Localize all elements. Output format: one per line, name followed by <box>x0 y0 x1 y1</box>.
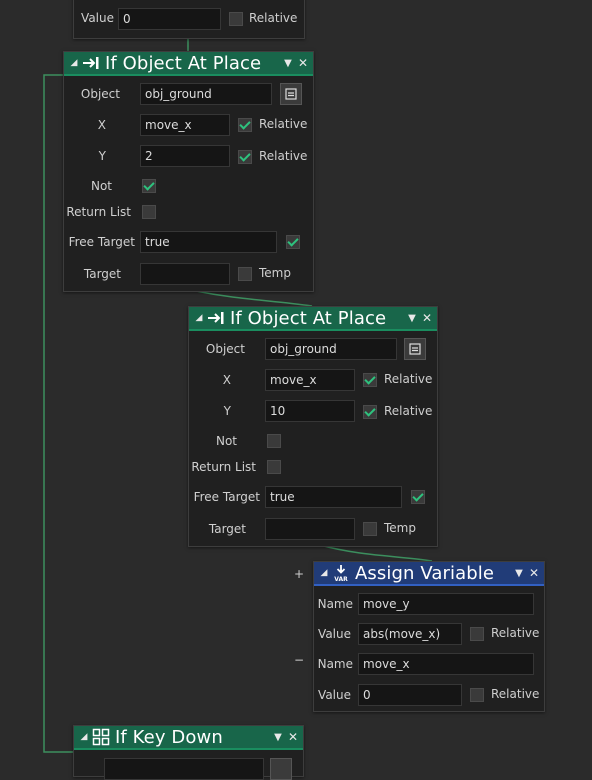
y-relative-label: Relative <box>384 404 433 418</box>
name-label: Name <box>317 657 353 671</box>
collapse-icon[interactable]: ◢ <box>317 568 331 578</box>
value-input[interactable]: abs(move_x) <box>358 623 462 645</box>
not-checkbox[interactable] <box>142 179 156 193</box>
block-title: Assign Variable <box>355 562 495 584</box>
block-header[interactable]: ◢ If Object At Place ▼ ✕ <box>64 52 313 76</box>
block-header[interactable]: ◢ If Key Down ▼ ✕ <box>74 726 303 750</box>
y-input[interactable]: 10 <box>265 400 355 422</box>
arrow-to-bar-icon <box>81 54 101 72</box>
assign-variable-block[interactable]: ◢ VAR Assign Variable ▼ ✕ Name move_y Va… <box>313 561 545 712</box>
value-label: Value <box>318 627 351 641</box>
block-title: If Object At Place <box>105 52 262 74</box>
temp-label: Temp <box>259 266 291 280</box>
relative-label: Relative <box>491 687 540 701</box>
object-label: Object <box>80 87 120 101</box>
chevron-down-icon[interactable]: ▼ <box>512 568 526 579</box>
add-variable-button[interactable]: + <box>292 567 306 581</box>
not-label: Not <box>90 179 112 193</box>
return-list-label: Return List <box>191 460 256 474</box>
close-icon[interactable]: ✕ <box>285 730 301 744</box>
y-relative-label: Relative <box>259 149 308 163</box>
return-list-checkbox[interactable] <box>267 460 281 474</box>
relative-checkbox[interactable] <box>229 12 243 26</box>
return-list-label: Return List <box>66 205 131 219</box>
x-relative-label: Relative <box>259 117 308 131</box>
close-icon[interactable]: ✕ <box>419 311 435 325</box>
relative-checkbox[interactable] <box>470 627 484 641</box>
collapse-icon[interactable]: ◢ <box>77 732 91 742</box>
name-label: Name <box>317 597 353 611</box>
not-checkbox[interactable] <box>267 434 281 448</box>
x-label: X <box>97 118 106 132</box>
free-target-checkbox[interactable] <box>411 490 425 504</box>
object-label: Object <box>205 342 245 356</box>
target-label: Target <box>208 522 246 536</box>
block-header[interactable]: ◢ If Object At Place ▼ ✕ <box>189 307 437 331</box>
temp-label: Temp <box>384 521 416 535</box>
value-input[interactable]: 0 <box>358 684 462 706</box>
value-label: Value <box>81 11 114 25</box>
key-picker-icon[interactable] <box>270 758 292 780</box>
block-header[interactable]: ◢ VAR Assign Variable ▼ ✕ <box>314 562 544 586</box>
x-label: X <box>222 373 231 387</box>
relative-checkbox[interactable] <box>470 688 484 702</box>
object-input[interactable]: obj_ground <box>140 83 272 105</box>
x-input[interactable]: move_x <box>140 114 230 136</box>
close-icon[interactable]: ✕ <box>295 56 311 70</box>
var-download-icon: VAR <box>331 564 351 582</box>
remove-variable-button[interactable]: − <box>292 653 306 667</box>
y-label: Y <box>98 149 106 163</box>
if-object-at-place-block-1[interactable]: ◢ If Object At Place ▼ ✕ Object obj_grou… <box>63 51 314 292</box>
x-relative-label: Relative <box>384 372 433 386</box>
y-relative-checkbox[interactable] <box>238 150 252 164</box>
collapse-icon[interactable]: ◢ <box>192 313 206 323</box>
svg-text:VAR: VAR <box>334 576 348 582</box>
previous-block-fragment: Value 0 Relative <box>73 0 305 39</box>
value-label: Value <box>318 688 351 702</box>
x-input[interactable]: move_x <box>265 369 355 391</box>
not-label: Not <box>215 434 237 448</box>
temp-checkbox[interactable] <box>363 522 377 536</box>
free-target-input[interactable]: true <box>265 486 402 508</box>
close-icon[interactable]: ✕ <box>526 566 542 580</box>
target-label: Target <box>83 267 121 281</box>
object-input[interactable]: obj_ground <box>265 338 397 360</box>
free-target-label: Free Target <box>68 235 135 249</box>
target-input[interactable] <box>265 518 355 540</box>
x-relative-checkbox[interactable] <box>238 118 252 132</box>
y-input[interactable]: 2 <box>140 145 230 167</box>
block-title: If Key Down <box>115 726 223 748</box>
collapse-icon[interactable]: ◢ <box>67 58 81 68</box>
object-picker-icon[interactable] <box>280 83 302 105</box>
arrow-to-bar-icon <box>206 309 226 327</box>
x-relative-checkbox[interactable] <box>363 373 377 387</box>
name-input[interactable]: move_y <box>358 593 534 615</box>
name-input[interactable]: move_x <box>358 653 534 675</box>
free-target-checkbox[interactable] <box>286 235 300 249</box>
block-title: If Object At Place <box>230 307 387 329</box>
key-input[interactable] <box>104 758 264 780</box>
y-label: Y <box>223 404 231 418</box>
temp-checkbox[interactable] <box>238 267 252 281</box>
free-target-input[interactable]: true <box>140 231 277 253</box>
if-object-at-place-block-2[interactable]: ◢ If Object At Place ▼ ✕ Object obj_grou… <box>188 306 438 547</box>
y-relative-checkbox[interactable] <box>363 405 377 419</box>
chevron-down-icon[interactable]: ▼ <box>271 732 285 743</box>
return-list-checkbox[interactable] <box>142 205 156 219</box>
free-target-label: Free Target <box>193 490 260 504</box>
relative-label: Relative <box>491 626 540 640</box>
chevron-down-icon[interactable]: ▼ <box>405 313 419 324</box>
if-key-down-block[interactable]: ◢ If Key Down ▼ ✕ <box>73 725 304 780</box>
object-picker-icon[interactable] <box>404 338 426 360</box>
value-input[interactable]: 0 <box>118 8 221 30</box>
relative-label: Relative <box>249 11 298 25</box>
target-input[interactable] <box>140 263 230 285</box>
chevron-down-icon[interactable]: ▼ <box>281 58 295 69</box>
key-grid-icon <box>91 728 111 746</box>
